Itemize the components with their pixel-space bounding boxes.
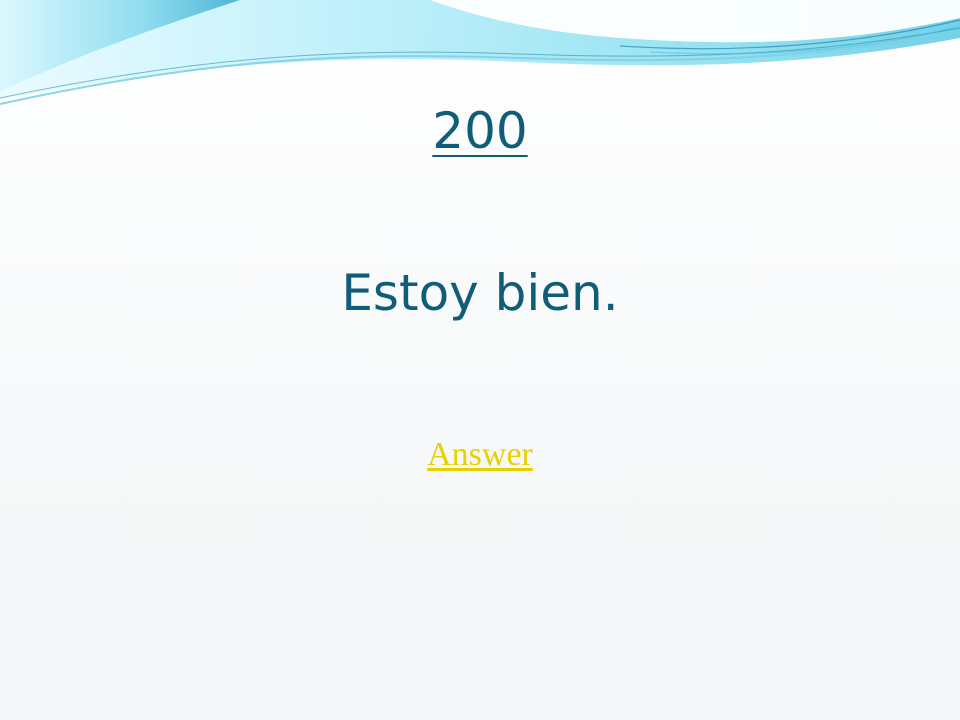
- answer-container: Answer: [0, 434, 960, 476]
- slide-title: 200: [0, 94, 960, 168]
- prompt-text: Estoy bien.: [341, 264, 619, 322]
- points-link[interactable]: 200: [432, 102, 527, 160]
- answer-link[interactable]: Answer: [427, 436, 533, 473]
- slide-canvas: 200 Estoy bien. Answer: [0, 0, 960, 720]
